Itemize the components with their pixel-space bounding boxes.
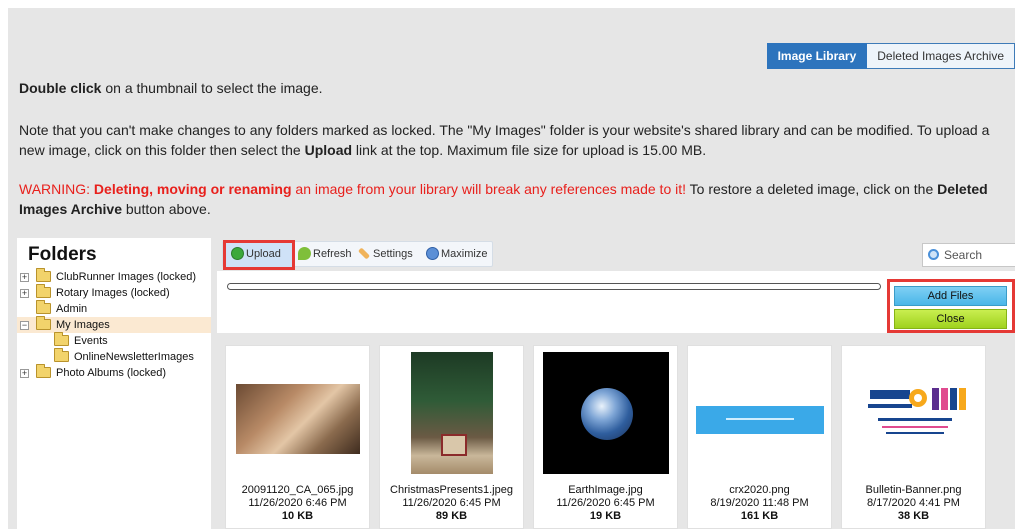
folder-icon bbox=[36, 300, 51, 314]
tab-image-library[interactable]: Image Library bbox=[766, 43, 868, 69]
close-button[interactable]: Close bbox=[894, 309, 1007, 329]
thumbnail-date: 8/19/2020 11:48 PM bbox=[710, 497, 809, 509]
folder-icon bbox=[54, 332, 69, 346]
thumbnail-image bbox=[411, 352, 493, 474]
settings-label: Settings bbox=[373, 248, 413, 260]
warning-end-text: button above. bbox=[121, 201, 211, 217]
refresh-label: Refresh bbox=[313, 248, 352, 260]
expand-icon[interactable]: + bbox=[20, 289, 29, 298]
thumbnail-item[interactable]: Bulletin-Banner.png 8/17/2020 4:41 PM 38… bbox=[841, 345, 986, 529]
warning-label: WARNING: bbox=[19, 181, 94, 197]
folder-my-images[interactable]: − My Images bbox=[17, 316, 211, 333]
folder-label: Photo Albums (locked) bbox=[56, 367, 167, 379]
earth-globe bbox=[581, 388, 633, 440]
banner-text-line bbox=[726, 418, 794, 420]
thumbnail-item[interactable]: ChristmasPresents1.jpeg 11/26/2020 6:45 … bbox=[379, 345, 524, 529]
warning-message: WARNING: Deleting, moving or renaming an… bbox=[19, 179, 1015, 219]
thumbnail-date: 11/26/2020 6:46 PM bbox=[248, 497, 347, 509]
plus-circle-icon bbox=[231, 247, 244, 260]
folders-pane: Folders + ClubRunner Images (locked) + R… bbox=[17, 238, 211, 529]
folder-icon bbox=[36, 284, 51, 298]
thumbnail-filename: Bulletin-Banner.png bbox=[865, 484, 962, 496]
folder-online-newsletter-images[interactable]: OnlineNewsletterImages bbox=[17, 348, 211, 365]
thumbnail-item[interactable]: EarthImage.jpg 11/26/2020 6:45 PM 19 KB bbox=[533, 345, 678, 529]
thumbnail-date: 8/17/2020 4:41 PM bbox=[867, 497, 960, 509]
toolbar-button-group: Upload Refresh Settings Maximize bbox=[222, 240, 493, 270]
tab-deleted-images-archive[interactable]: Deleted Images Archive bbox=[867, 43, 1015, 69]
expand-icon[interactable]: + bbox=[20, 369, 29, 378]
folder-label: My Images bbox=[56, 319, 110, 331]
folder-label: Admin bbox=[56, 303, 88, 315]
folder-open-icon bbox=[36, 316, 51, 330]
folder-rotary-images[interactable]: + Rotary Images (locked) bbox=[17, 284, 211, 301]
library-tabs: Image Library Deleted Images Archive bbox=[766, 43, 1015, 69]
upload-label: Upload bbox=[246, 248, 281, 260]
library-toolbar: Upload Refresh Settings Maximize Search bbox=[217, 237, 1015, 270]
add-files-button[interactable]: Add Files bbox=[894, 286, 1007, 306]
folder-label: Events bbox=[74, 335, 108, 347]
folders-title: Folders bbox=[28, 244, 97, 265]
instruction-text: on a thumbnail to select the image. bbox=[101, 80, 323, 96]
image-library-panel: Image Library Deleted Images Archive Dou… bbox=[8, 8, 1015, 529]
instruction-locked-folders: Note that you can't make changes to any … bbox=[19, 120, 1009, 160]
thumbnail-size: 161 KB bbox=[740, 510, 779, 522]
warning-text: an image from your library will break an… bbox=[291, 181, 687, 197]
folder-label: OnlineNewsletterImages bbox=[74, 351, 194, 363]
thumbnail-item[interactable]: 20091120_CA_065.jpg 11/26/2020 6:46 PM 1… bbox=[225, 345, 370, 529]
folder-icon bbox=[54, 348, 69, 362]
search-icon bbox=[928, 249, 939, 260]
search-input[interactable]: Search bbox=[922, 243, 1015, 267]
rotary-banner-graphic bbox=[868, 388, 966, 434]
upload-progress-bar bbox=[227, 283, 881, 290]
thumbnail-size: 19 KB bbox=[589, 510, 622, 522]
folder-label: Rotary Images (locked) bbox=[56, 287, 170, 299]
thumbnail-image bbox=[236, 384, 360, 454]
folder-icon bbox=[36, 364, 51, 378]
search-placeholder: Search bbox=[944, 248, 983, 262]
thumbnail-filename: EarthImage.jpg bbox=[568, 484, 643, 496]
gift-box bbox=[441, 434, 467, 456]
warning-restore-text: To restore a deleted image, click on the bbox=[686, 181, 938, 197]
maximize-icon bbox=[426, 247, 439, 260]
instruction-text: link at the top. Maximum file size for u… bbox=[352, 142, 707, 158]
thumbnail-item[interactable]: crx2020.png 8/19/2020 11:48 PM 161 KB bbox=[687, 345, 832, 529]
thumbnail-size: 10 KB bbox=[281, 510, 314, 522]
upload-area: Add Files Close bbox=[217, 271, 1015, 333]
thumbnail-date: 11/26/2020 6:45 PM bbox=[402, 497, 501, 509]
folder-photo-albums[interactable]: + Photo Albums (locked) bbox=[17, 364, 211, 381]
instruction-double-click: Double click on a thumbnail to select th… bbox=[19, 78, 1009, 98]
folder-label: ClubRunner Images (locked) bbox=[56, 271, 197, 283]
folder-events[interactable]: Events bbox=[17, 332, 211, 349]
maximize-label: Maximize bbox=[441, 248, 488, 260]
folder-icon bbox=[36, 268, 51, 282]
instruction-bold: Upload bbox=[304, 142, 353, 158]
wrench-icon bbox=[357, 247, 371, 260]
thumbnail-filename: ChristmasPresents1.jpeg bbox=[390, 484, 513, 496]
thumbnail-filename: crx2020.png bbox=[729, 484, 790, 496]
thumbnail-image bbox=[543, 352, 669, 474]
instruction-bold: Double click bbox=[19, 80, 102, 96]
thumbnail-filename: 20091120_CA_065.jpg bbox=[241, 484, 354, 496]
thumbnail-size: 89 KB bbox=[435, 510, 468, 522]
folder-clubrunner-images[interactable]: + ClubRunner Images (locked) bbox=[17, 268, 211, 285]
collapse-icon[interactable]: − bbox=[20, 321, 29, 330]
warning-bold: Deleting, moving or renaming bbox=[93, 181, 292, 197]
thumbnail-image bbox=[860, 384, 970, 446]
refresh-icon bbox=[298, 247, 311, 260]
expand-icon[interactable]: + bbox=[20, 273, 29, 282]
thumbnail-size: 38 KB bbox=[897, 510, 930, 522]
thumbnail-image bbox=[696, 406, 824, 434]
folder-admin[interactable]: Admin bbox=[17, 300, 211, 317]
thumbnail-date: 11/26/2020 6:45 PM bbox=[556, 497, 655, 509]
